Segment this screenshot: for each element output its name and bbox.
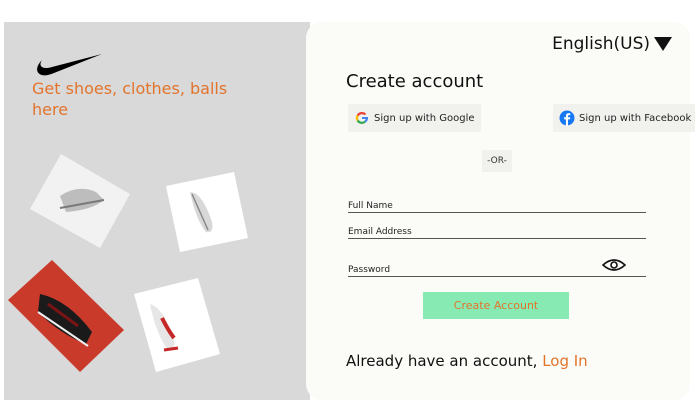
swoosh-logo-icon bbox=[37, 54, 102, 76]
full-name-label: Full Name bbox=[348, 201, 393, 211]
shoe-photo-white bbox=[166, 172, 248, 252]
facebook-icon bbox=[559, 110, 575, 126]
create-account-button[interactable]: Create Account bbox=[423, 292, 569, 319]
already-text: Already have an account, bbox=[346, 352, 538, 370]
email-label: Email Address bbox=[348, 227, 412, 237]
full-name-field[interactable]: Full Name bbox=[348, 196, 646, 213]
google-signup-button[interactable]: Sign up with Google bbox=[348, 104, 481, 132]
shoe-photo-white-red bbox=[134, 278, 220, 372]
password-field[interactable]: Password bbox=[348, 258, 646, 277]
signup-panel: English(US) Create account Sign up with … bbox=[306, 22, 695, 400]
language-label: English(US) bbox=[552, 34, 650, 54]
promo-panel: Get shoes, clothes, balls here bbox=[4, 22, 310, 400]
language-selector[interactable]: English(US) bbox=[552, 34, 672, 54]
login-prompt: Already have an account, Log In bbox=[346, 352, 588, 370]
tagline: Get shoes, clothes, balls here bbox=[32, 79, 228, 119]
page-title: Create account bbox=[346, 71, 484, 92]
password-label: Password bbox=[348, 265, 391, 275]
google-icon bbox=[355, 111, 369, 124]
shoe-photo-red bbox=[8, 260, 124, 372]
facebook-signup-label: Sign up with Facebook bbox=[579, 112, 692, 124]
eye-icon[interactable] bbox=[602, 258, 626, 272]
facebook-signup-button[interactable]: Sign up with Facebook bbox=[553, 104, 695, 132]
shoe-photo-silver bbox=[30, 154, 130, 248]
caret-down-icon bbox=[654, 37, 672, 51]
google-signup-label: Sign up with Google bbox=[374, 112, 475, 124]
or-divider: -OR- bbox=[482, 150, 512, 172]
login-link[interactable]: Log In bbox=[542, 352, 588, 370]
email-field[interactable]: Email Address bbox=[348, 222, 646, 239]
